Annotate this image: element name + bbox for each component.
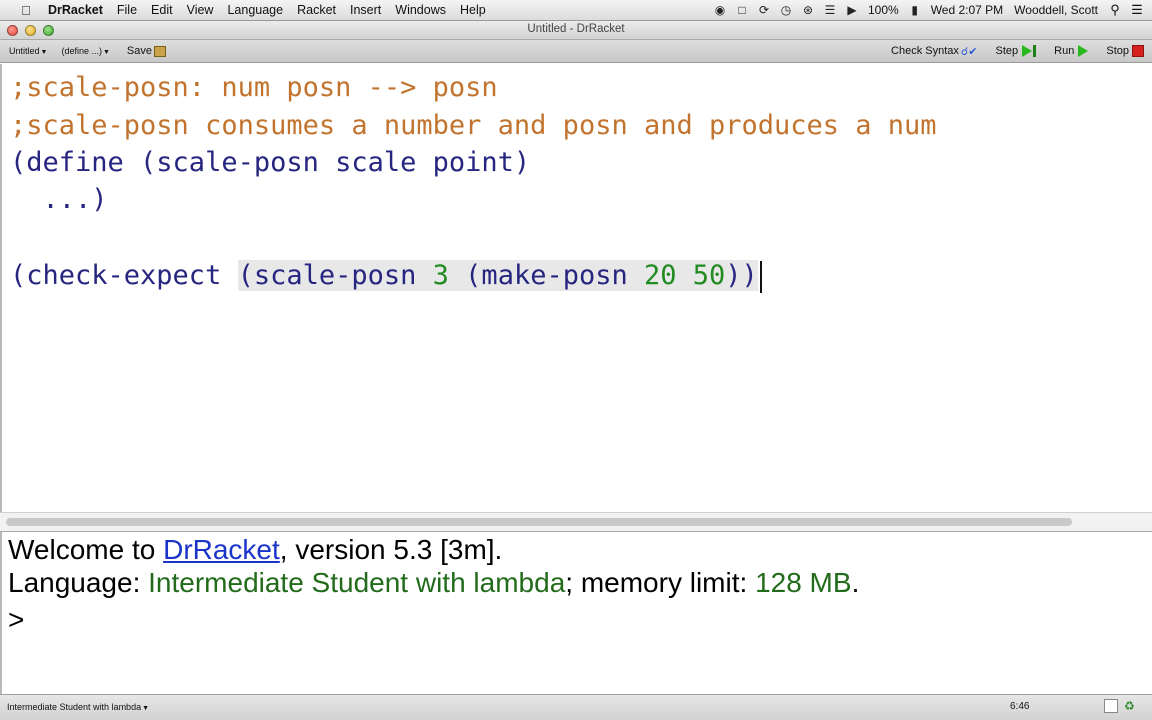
run-label: Run [1054, 45, 1075, 57]
save-button[interactable]: Save [123, 45, 170, 57]
number-literal: 20 [644, 260, 677, 291]
menu-file[interactable]: File [110, 3, 144, 17]
run-icon [1078, 45, 1089, 57]
window-titlebar: Untitled - DrRacket [0, 21, 1152, 40]
code-line-1[interactable]: ;scale-posn: num posn --> posn [10, 70, 498, 106]
file-name-label: Untitled [9, 46, 40, 56]
editor-horizontal-scrollbar[interactable] [0, 512, 1152, 532]
battery-percent[interactable]: 100% [863, 3, 904, 17]
menu-language[interactable]: Language [220, 3, 290, 17]
menu-windows[interactable]: Windows [388, 3, 453, 17]
step-bar-icon [1033, 45, 1037, 57]
define-dropdown[interactable]: (define ...)▼ [58, 46, 112, 56]
define-dropdown-label: (define ...) [61, 46, 102, 56]
repl-language-line: Language: Intermediate Student with lamb… [8, 566, 859, 600]
step-button[interactable]: Step [992, 45, 1041, 57]
number-literal: 50 [692, 260, 726, 291]
drracket-toolbar: Untitled▼ (define ...)▼ Save Check Synta… [0, 40, 1152, 63]
code-line-6[interactable]: (check-expect (scale-posn 3 (make-posn 2… [10, 258, 762, 294]
menu-edit[interactable]: Edit [144, 3, 180, 17]
check-syntax-label: Check Syntax [891, 45, 959, 57]
recycle-icon[interactable]: ♻ [1124, 699, 1135, 713]
toolbar-actions: Check Syntax ☌✔ Step Run Stop [877, 45, 1152, 58]
interactions-pane[interactable]: Welcome to DrRacket, version 5.3 [3m]. L… [0, 532, 1152, 694]
user-menu[interactable]: Wooddell, Scott [1008, 3, 1104, 17]
scale-posn-call: (scale-posn [237, 260, 433, 291]
system-menubar:  DrRacket File Edit View Language Racke… [0, 0, 1152, 21]
menubar-tray: ◉ □ ⟳ ◷ ⊛ ☰ ▶ 100% ▮ Wed 2:07 PM Wooddel… [709, 0, 1152, 21]
repl-welcome-suffix: , version 5.3 [3m]. [279, 534, 503, 565]
repl-welcome-prefix: Welcome to [8, 534, 164, 565]
camera-icon[interactable]: ◉ [712, 3, 728, 17]
stop-button[interactable]: Stop [1102, 45, 1148, 57]
repl-prompt[interactable]: > [8, 603, 24, 637]
text-cursor [759, 260, 762, 293]
sync-icon[interactable]: ⟳ [756, 3, 772, 17]
closing-parens: )) [725, 260, 758, 291]
app-menu[interactable]: DrRacket [36, 3, 110, 17]
menu-help[interactable]: Help [453, 3, 493, 17]
menu-racket[interactable]: Racket [290, 3, 343, 17]
drracket-link[interactable]: DrRacket [163, 534, 280, 565]
repl-memory-value: 128 MB [755, 567, 852, 598]
code-line-2[interactable]: ;scale-posn consumes a number and posn a… [10, 108, 937, 144]
code-line-4[interactable]: ...) [10, 182, 108, 218]
dropdown-arrow-icon: ▼ [142, 705, 150, 712]
repl-language-prefix: Language: [8, 567, 149, 598]
stop-label: Stop [1106, 45, 1129, 57]
save-label: Save [126, 45, 152, 57]
bluetooth-icon[interactable]: ⊛ [800, 3, 816, 17]
spotlight-search-icon[interactable]: ⚲ [1104, 2, 1126, 18]
status-bar: Intermediate Student with lambda▼ 6:46 ♻ [0, 694, 1152, 720]
time-machine-icon[interactable]: ◷ [778, 3, 794, 17]
magnifier-check-icon: ☌✔ [960, 45, 978, 58]
check-expect-prefix: (check-expect [10, 260, 238, 291]
wifi-icon[interactable]: ☰ [822, 3, 838, 17]
file-name-dropdown[interactable]: Untitled▼ [6, 46, 50, 56]
step-label: Step [995, 45, 1019, 57]
notification-center-icon[interactable]: ☰ [1126, 2, 1148, 18]
save-icon [154, 45, 166, 57]
code-line-3[interactable]: (define (scale-posn scale point) [10, 145, 530, 181]
definitions-editor[interactable]: ;scale-posn: num posn --> posn ;scale-po… [0, 64, 1152, 512]
menu-insert[interactable]: Insert [343, 3, 388, 17]
step-icon [1022, 45, 1033, 57]
cursor-position: 6:46 [1010, 701, 1030, 712]
language-selector[interactable]: Intermediate Student with lambda▼ [7, 702, 149, 712]
window-title: Untitled - DrRacket [527, 23, 625, 35]
apple-menu-icon[interactable]:  [16, 3, 36, 18]
menu-view[interactable]: View [180, 3, 221, 17]
repl-memory-suffix: . [851, 567, 860, 598]
highlighted-expression: (scale-posn 3 (make-posn 20 50)) [237, 260, 758, 291]
language-label: Intermediate Student with lambda [7, 702, 142, 712]
repl-memory-prefix: ; memory limit: [565, 567, 756, 598]
repl-welcome-line: Welcome to DrRacket, version 5.3 [3m]. [8, 533, 502, 567]
stop-icon [1132, 45, 1144, 57]
make-posn-call: (make-posn [448, 260, 644, 291]
battery-icon[interactable]: ▮ [907, 3, 923, 17]
run-button[interactable]: Run [1050, 45, 1092, 57]
volume-icon[interactable]: ▶ [844, 3, 860, 17]
display-icon[interactable]: □ [734, 3, 750, 17]
menubar-clock[interactable]: Wed 2:07 PM [926, 3, 1008, 17]
scrollbar-thumb[interactable] [6, 518, 1072, 526]
dropdown-arrow-icon: ▼ [40, 49, 48, 56]
memory-box-icon [1104, 699, 1118, 713]
dropdown-arrow-icon: ▼ [102, 49, 110, 56]
repl-language-name: Intermediate Student with lambda [148, 567, 566, 598]
check-syntax-button[interactable]: Check Syntax ☌✔ [887, 45, 981, 58]
number-literal: 3 [432, 260, 449, 291]
